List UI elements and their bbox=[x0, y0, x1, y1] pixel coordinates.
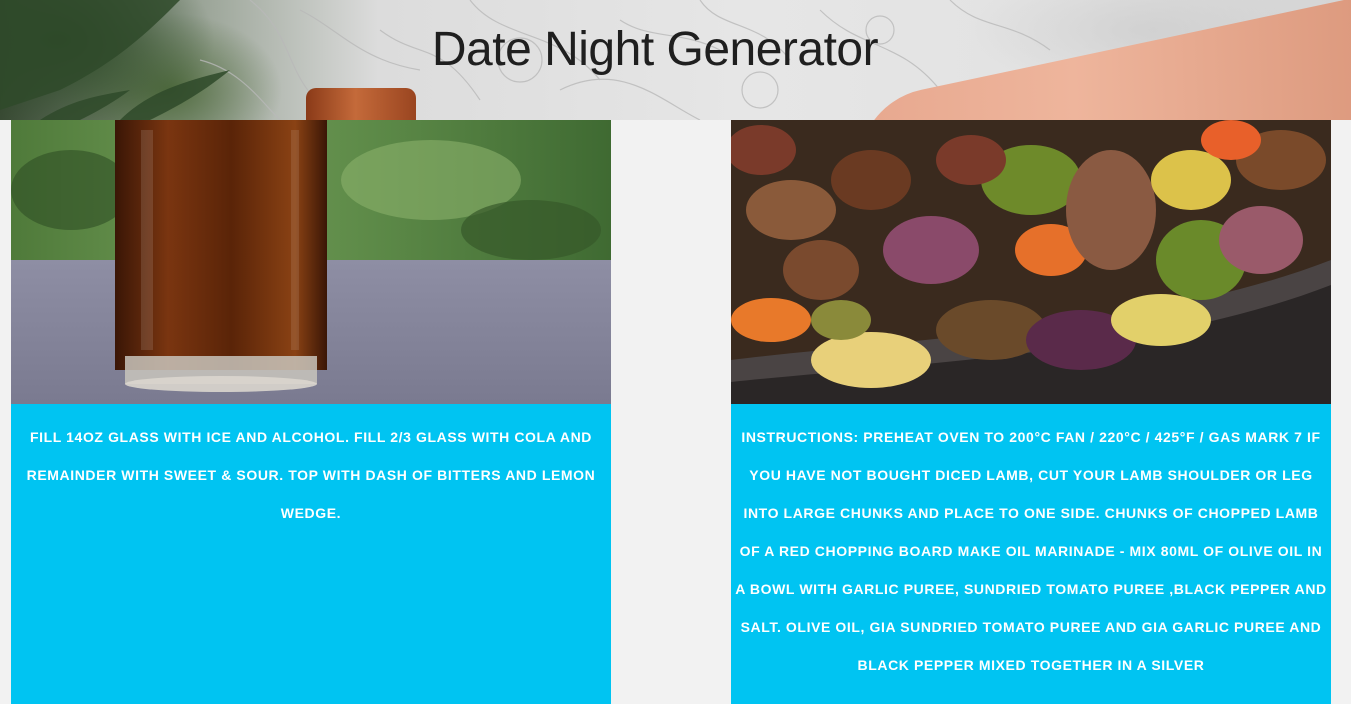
jar-lid-photo-detail bbox=[306, 88, 416, 120]
page-title: Date Night Generator bbox=[431, 23, 879, 76]
drink-instructions: Fill 14oz glass with ice and alcohol. Fi… bbox=[11, 404, 611, 704]
page-header: Date Night Generator bbox=[0, 0, 1351, 120]
meal-card: Instructions: Preheat oven to 200°C Fan … bbox=[731, 120, 1331, 704]
meal-instructions: Instructions: Preheat oven to 200°C Fan … bbox=[731, 404, 1331, 704]
roasted-lamb-icon bbox=[731, 120, 1331, 404]
cola-glass-icon bbox=[11, 120, 611, 404]
drink-image bbox=[11, 120, 611, 404]
drink-card: Fill 14oz glass with ice and alcohol. Fi… bbox=[11, 120, 611, 704]
meal-image bbox=[731, 120, 1331, 404]
